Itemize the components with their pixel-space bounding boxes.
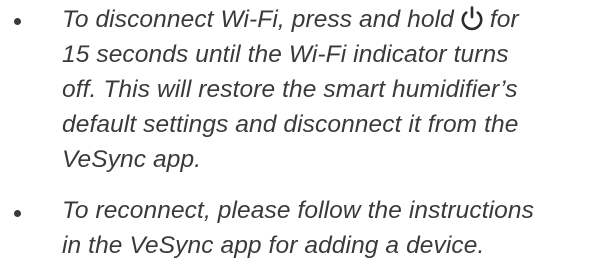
power-icon xyxy=(458,4,486,32)
list-item-reconnect: To reconnect, please follow the instruct… xyxy=(0,191,606,266)
list-item-disconnect-wifi: To disconnect Wi-Fi, press and hold for 1… xyxy=(0,0,606,190)
text-line: 15 seconds until the Wi-Fi indicator tur… xyxy=(62,41,509,68)
bullet-icon xyxy=(14,18,21,25)
text-segment: To disconnect Wi-Fi, press and hold xyxy=(62,6,454,33)
text-line: default settings and disconnect it from … xyxy=(62,111,519,138)
instruction-list: To disconnect Wi-Fi, press and hold for 1… xyxy=(0,0,606,266)
text-line: To reconnect, please follow the instruct… xyxy=(62,197,534,224)
text-line: To disconnect Wi-Fi, press and hold for xyxy=(62,2,592,37)
text-line: VeSync app. xyxy=(62,146,202,173)
text-line: off. This will restore the smart humidif… xyxy=(62,76,518,103)
text-line: in the VeSync app for adding a device. xyxy=(62,232,485,259)
bullet-icon xyxy=(14,210,21,217)
disconnect-instructions: To disconnect Wi-Fi, press and hold for 1… xyxy=(62,2,592,177)
text-segment: for xyxy=(489,6,519,33)
reconnect-instructions: To reconnect, please follow the instruct… xyxy=(62,193,592,263)
